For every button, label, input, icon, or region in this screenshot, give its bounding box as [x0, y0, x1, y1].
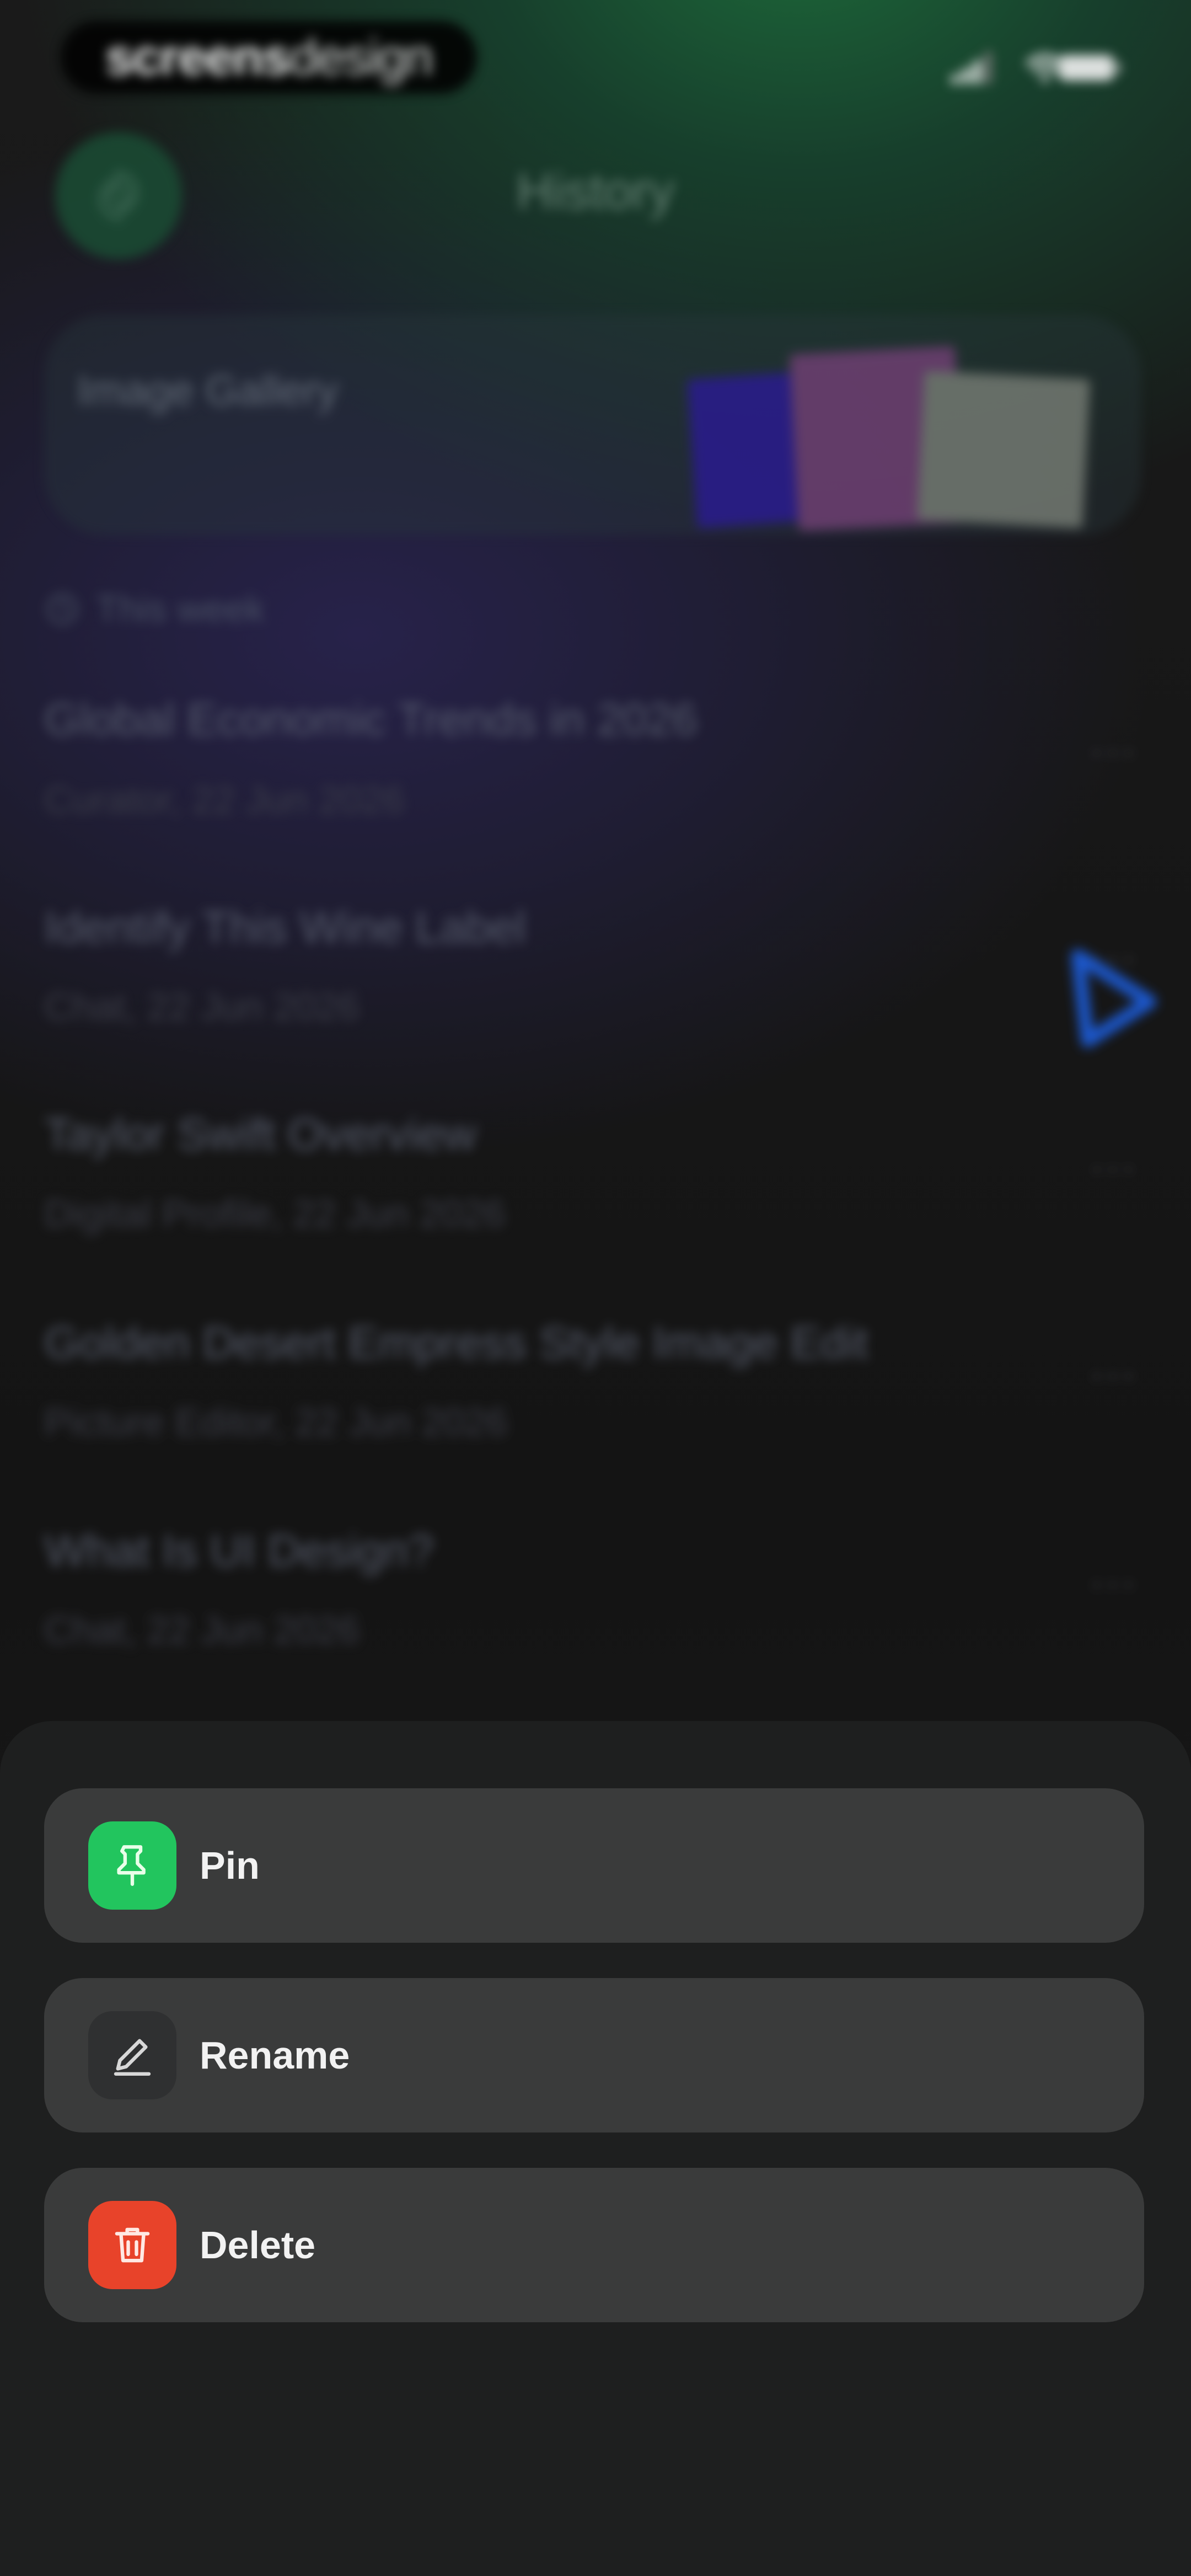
trash-icon [115, 2227, 150, 2263]
pin-action-label: Pin [200, 1844, 260, 1887]
brand-bold: screens [105, 29, 291, 85]
more-options-icon[interactable]: ··· [1090, 728, 1139, 772]
screensdesign-watermark: screensdesign [61, 21, 477, 94]
pin-action-button[interactable]: Pin [44, 1788, 1144, 1943]
section-label: This week [96, 588, 265, 630]
history-item-subtitle: Chat, 22 Jun 2026 [44, 1608, 360, 1652]
history-item-title: What Is UI Design? [44, 1526, 434, 1576]
pin-icon-badge [88, 1821, 176, 1910]
history-item-subtitle: Picture Editor, 22 Jun 2026 [44, 1401, 508, 1444]
clock-icon [47, 594, 78, 624]
history-item-title: Identify This Wine Label [44, 902, 526, 953]
history-background: screensdesign History Image Gallery This… [0, 0, 1191, 1765]
signal-icon [951, 51, 992, 84]
more-options-icon[interactable]: ··· [1090, 1145, 1139, 1189]
image-gallery-label: Image Gallery [77, 367, 339, 414]
delete-action-button[interactable]: Delete [44, 2168, 1144, 2322]
more-options-icon[interactable]: ··· [1090, 1560, 1139, 1604]
history-item-title: Global Economic Trends in 2026 [44, 694, 698, 745]
history-item-title: Taylor Swift Overview [44, 1109, 476, 1159]
trash-icon-badge [88, 2201, 176, 2289]
pin-icon [117, 1845, 146, 1886]
pointer-cursor-icon [1071, 949, 1157, 1048]
pencil-icon [114, 2039, 151, 2076]
rename-action-button[interactable]: Rename [44, 1978, 1144, 2133]
screen: screensdesign History Image Gallery This… [0, 0, 1191, 2576]
action-sheet: Pin Rename Delete [0, 1721, 1191, 2576]
history-item-subtitle: Curator, 22 Jun 2026 [44, 778, 405, 821]
brand-light: design [289, 29, 433, 85]
page-title: History [516, 163, 675, 220]
rename-action-label: Rename [200, 2034, 350, 2077]
section-this-week: This week [44, 587, 265, 630]
history-item-title: Golden Desert Empress Style Image Edit [44, 1318, 868, 1368]
gallery-thumbnail [917, 371, 1090, 528]
battery-icon [1059, 55, 1120, 81]
history-item-subtitle: Chat, 22 Jun 2026 [44, 985, 360, 1028]
pencil-icon-badge [88, 2011, 176, 2099]
history-item-subtitle: Digital Profile, 22 Jun 2026 [44, 1192, 506, 1235]
more-options-icon[interactable]: ··· [1090, 1351, 1139, 1396]
delete-action-label: Delete [200, 2224, 316, 2267]
